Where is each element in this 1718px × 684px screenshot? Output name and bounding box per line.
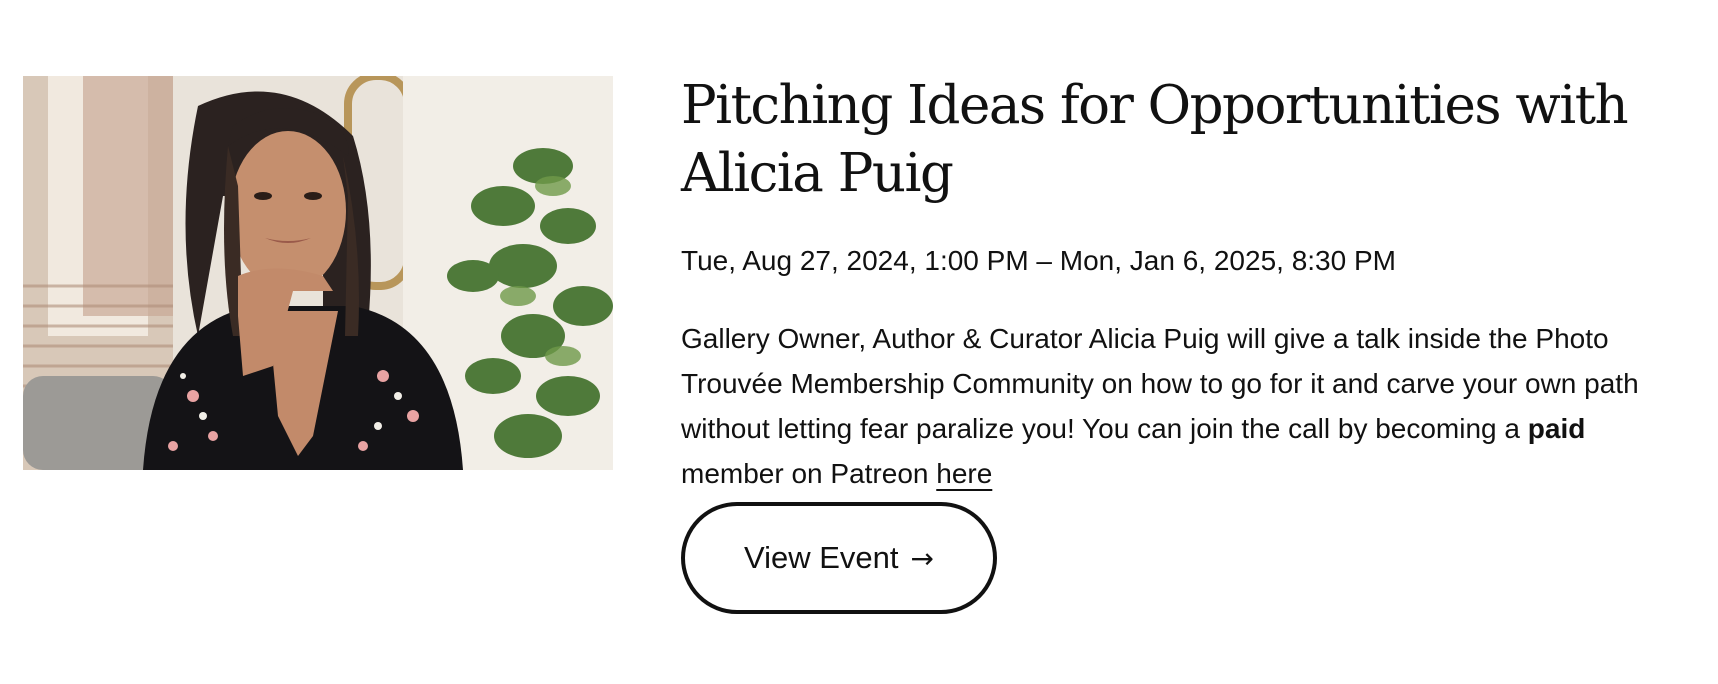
event-date-range: Tue, Aug 27, 2024, 1:00 PM – Mon, Jan 6,…: [681, 245, 1396, 276]
patreon-link[interactable]: here: [936, 458, 992, 489]
arrow-right-icon: →: [910, 541, 934, 575]
description-text-end: member on Patreon: [681, 458, 937, 489]
event-title[interactable]: Pitching Ideas for Opportunities with Al…: [681, 72, 1691, 208]
event-description: Gallery Owner, Author & Curator Alicia P…: [681, 316, 1686, 496]
event-photo[interactable]: [23, 76, 613, 470]
view-event-button[interactable]: View Event →: [681, 502, 997, 614]
event-card: Pitching Ideas for Opportunities with Al…: [0, 0, 1718, 684]
portrait-photo: [23, 76, 613, 470]
description-text: Gallery Owner, Author & Curator Alicia P…: [681, 323, 1639, 444]
view-event-label: View Event: [744, 540, 899, 575]
description-bold-text: paid: [1527, 413, 1586, 444]
event-details: Pitching Ideas for Opportunities with Al…: [681, 72, 1691, 614]
